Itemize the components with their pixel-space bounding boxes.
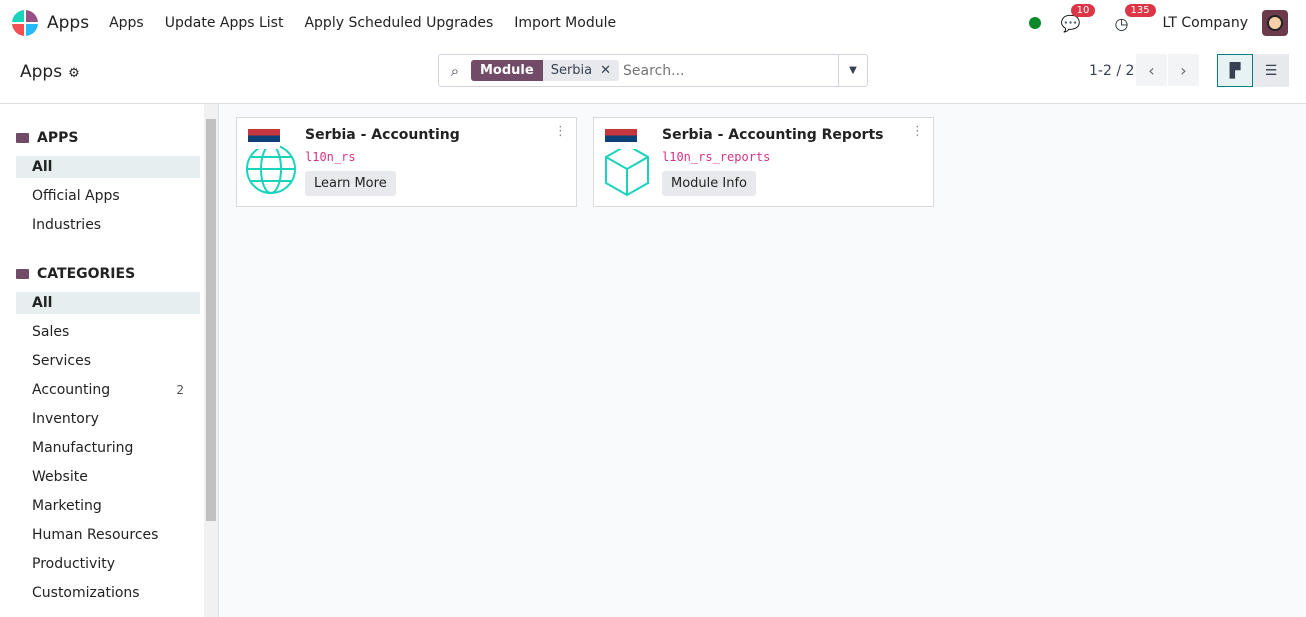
list-view-button[interactable]: ☰ [1253,54,1289,87]
sidebar-item-official-apps[interactable]: Official Apps [16,182,200,211]
sidebar-item-sales[interactable]: Sales [16,318,200,347]
sidebar-item-label: Industries [32,217,102,233]
module-card[interactable]: Serbia - Accounting l10n_rs Learn More ⋮ [236,117,577,207]
control-panel: Apps ⚙ ⌕ Module Serbia ✕ ▼ 1-2 / 2 ‹› ▛☰ [0,46,1306,104]
pager-previous-button[interactable]: ‹ [1136,54,1168,86]
facet-value-text: Serbia [550,63,593,78]
menu-apps[interactable]: Apps [109,15,144,31]
page-title: Apps [20,62,63,82]
module-name: Serbia - Accounting Reports [662,127,884,143]
search-options-toggle[interactable]: ▼ [838,55,867,86]
module-technical-name: l10n_rs_reports [662,150,771,164]
app-logo-icon[interactable] [12,10,38,36]
search-icon[interactable]: ⌕ [439,62,471,80]
remove-facet-icon[interactable]: ✕ [600,63,611,78]
sidebar-item-label: Human Resources [32,527,159,543]
kebab-menu-icon[interactable]: ⋮ [911,124,924,139]
sidebar-item-customizations[interactable]: Customizations [16,579,200,608]
sidebar-item-label: Inventory [32,411,99,427]
kanban-view-button[interactable]: ▛ [1217,54,1253,87]
menu-import-module[interactable]: Import Module [514,15,616,31]
sidebar-item-all[interactable]: All [16,156,200,178]
messages-badge: 10 [1070,3,1096,17]
gear-icon[interactable]: ⚙ [68,66,80,81]
sidebar-item-productivity[interactable]: Productivity [16,550,200,579]
serbia-flag-icon [605,129,637,149]
sidebar-item-label: All [32,295,53,311]
sidebar-item-website[interactable]: Website [16,463,200,492]
kebab-menu-icon[interactable]: ⋮ [554,124,567,139]
top-navbar: Apps Apps Update Apps List Apply Schedul… [0,0,1306,46]
search-bar: ⌕ Module Serbia ✕ ▼ [438,54,868,87]
presence-status-icon [1028,17,1041,29]
globe-icon [246,127,298,197]
sidebar-item-label: All [32,159,53,175]
activities-badge: 135 [1124,3,1156,17]
sidebar-item-marketing[interactable]: Marketing [16,492,200,521]
cube-icon [603,127,655,197]
sidebar-item-label: Accounting [32,382,111,398]
sidebar-scrollbar[interactable] [204,104,218,617]
sidebar-item-label: Productivity [32,556,115,572]
sidebar-item-label: Services [32,353,92,369]
module-card[interactable]: Serbia - Accounting Reports l10n_rs_repor… [593,117,934,207]
apps-heading: APPS [16,130,218,146]
sidebar-item-industries[interactable]: Industries [16,211,200,240]
sidebar: APPS All Official Apps Industries CATEGORI… [0,104,219,617]
sidebar-item-label: Customizations [32,585,140,601]
clock-icon: ◷ [1114,13,1129,33]
sidebar-item-label: Website [32,469,88,485]
kanban-area: Serbia - Accounting l10n_rs Learn More ⋮ S… [220,104,1306,617]
sidebar-item-label: Marketing [32,498,102,514]
facet-label: Module [471,60,543,81]
item-count: 2 [176,383,184,397]
menu-update-apps-list[interactable]: Update Apps List [165,15,284,31]
sidebar-item-manufacturing[interactable]: Manufacturing [16,434,200,463]
sidebar-item-label: Sales [32,324,70,340]
sidebar-item-label: Official Apps [32,188,120,204]
sidebar-item-services[interactable]: Services [16,347,200,376]
sidebar-item-label: Manufacturing [32,440,134,456]
menu-apply-scheduled-upgrades[interactable]: Apply Scheduled Upgrades [304,15,493,31]
messages-button[interactable]: 💬 10 [1061,3,1096,33]
sidebar-item-inventory[interactable]: Inventory [16,405,200,434]
sidebar-item-human-resources[interactable]: Human Resources [16,521,200,550]
pager-next-button[interactable]: › [1168,54,1200,86]
module-name: Serbia - Accounting [305,127,460,143]
activities-button[interactable]: ◷ 135 [1114,3,1156,33]
pager-value[interactable]: 1-2 / 2 [1089,63,1134,79]
search-input[interactable] [623,62,838,79]
sidebar-item-accounting[interactable]: Accounting 2 [16,376,200,405]
company-switcher[interactable]: LT Company [1163,15,1248,31]
learn-more-button[interactable]: Learn More [305,171,396,196]
sidebar-item-all[interactable]: All [16,292,200,314]
serbia-flag-icon [248,129,280,149]
categories-heading: CATEGORIES [16,266,218,282]
module-info-button[interactable]: Module Info [662,171,757,196]
facet-value: Serbia ✕ [542,60,620,81]
module-technical-name: l10n_rs [305,150,356,164]
brand[interactable]: Apps [47,13,89,33]
user-avatar[interactable] [1262,10,1288,36]
